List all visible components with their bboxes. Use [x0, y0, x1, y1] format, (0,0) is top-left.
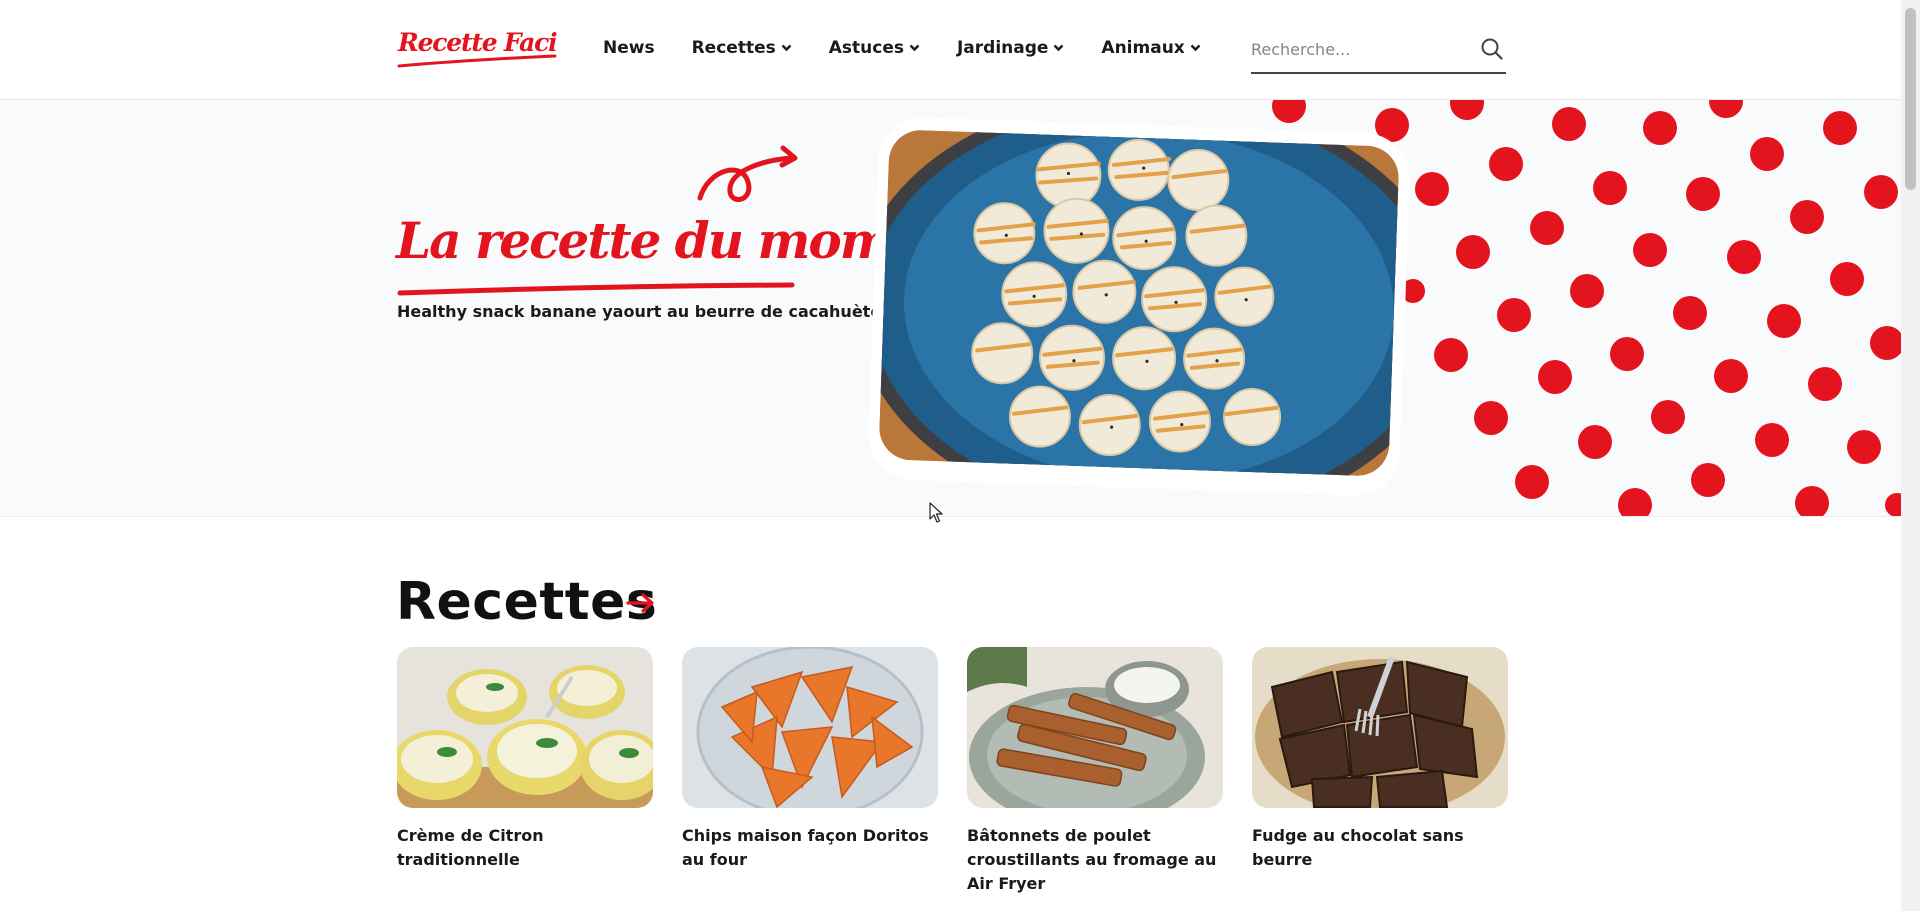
nav-item-astuces[interactable]: Astuces	[829, 38, 920, 58]
chevron-down-icon	[1190, 44, 1201, 52]
curly-arrow-icon	[697, 145, 798, 202]
recipe-card-image[interactable]	[682, 647, 938, 808]
nav-item-label: Recettes	[691, 38, 776, 58]
search-icon[interactable]	[1480, 37, 1504, 61]
nav-item-label: Jardinage	[956, 38, 1049, 58]
recipe-card-title[interactable]: Chips maison façon Doritos au four	[682, 824, 938, 872]
recipe-card-image[interactable]	[1252, 647, 1508, 808]
recipe-card-title[interactable]: Fudge au chocolat sans beurre	[1252, 824, 1508, 872]
hero-recipe-photo[interactable]	[878, 129, 1400, 477]
logo-text: Recette Facile	[397, 28, 557, 57]
site-header: Recette Facile News Recettes Astuces Jar…	[0, 0, 1901, 100]
logo-graphic: Recette Facile	[397, 28, 557, 68]
scrollbar-thumb[interactable]	[1905, 8, 1916, 190]
page-scrollbar[interactable]	[1901, 0, 1920, 911]
recipe-card-title[interactable]: Bâtonnets de poulet croustillants au fro…	[967, 824, 1223, 896]
recipe-card[interactable]: Crème de Citron traditionnelle	[397, 647, 653, 872]
nav-item-label: Astuces	[828, 38, 904, 58]
nav-item-news[interactable]: News	[603, 38, 655, 58]
featured-recipe-hero[interactable]: La recette du moment ! Healthy snack ban…	[0, 100, 1901, 517]
recipe-card[interactable]: Fudge au chocolat sans beurre	[1252, 647, 1508, 872]
nav-item-jardinage[interactable]: Jardinage	[957, 38, 1064, 58]
recipe-card-image[interactable]	[397, 647, 653, 808]
recipes-section-title[interactable]: Recettes	[396, 572, 657, 632]
search-input[interactable]	[1251, 34, 1461, 64]
recipe-card[interactable]: Chips maison façon Doritos au four	[682, 647, 938, 872]
mouse-cursor-icon	[929, 502, 943, 523]
title-underline	[397, 282, 795, 296]
nav-item-label: Animaux	[1101, 38, 1185, 58]
hero-subtitle[interactable]: Healthy snack banane yaourt au beurre de…	[397, 302, 891, 321]
arrow-right-icon[interactable]	[626, 591, 656, 615]
recipe-card-title[interactable]: Crème de Citron traditionnelle	[397, 824, 653, 872]
chevron-down-icon	[1054, 44, 1064, 52]
recipe-card[interactable]: Bâtonnets de poulet croustillants au fro…	[967, 647, 1223, 896]
site-logo[interactable]: Recette Facile	[397, 20, 557, 72]
nav-item-recettes[interactable]: Recettes	[692, 38, 792, 58]
search-box	[1251, 26, 1506, 74]
nav-item-animaux[interactable]: Animaux	[1101, 38, 1201, 58]
chevron-down-icon	[781, 44, 792, 52]
nav-item-label: News	[603, 38, 655, 58]
recipe-card-image[interactable]	[967, 647, 1223, 808]
main-nav: News Recettes Astuces Jardinage Animaux	[603, 38, 1238, 58]
chevron-down-icon	[909, 44, 920, 52]
